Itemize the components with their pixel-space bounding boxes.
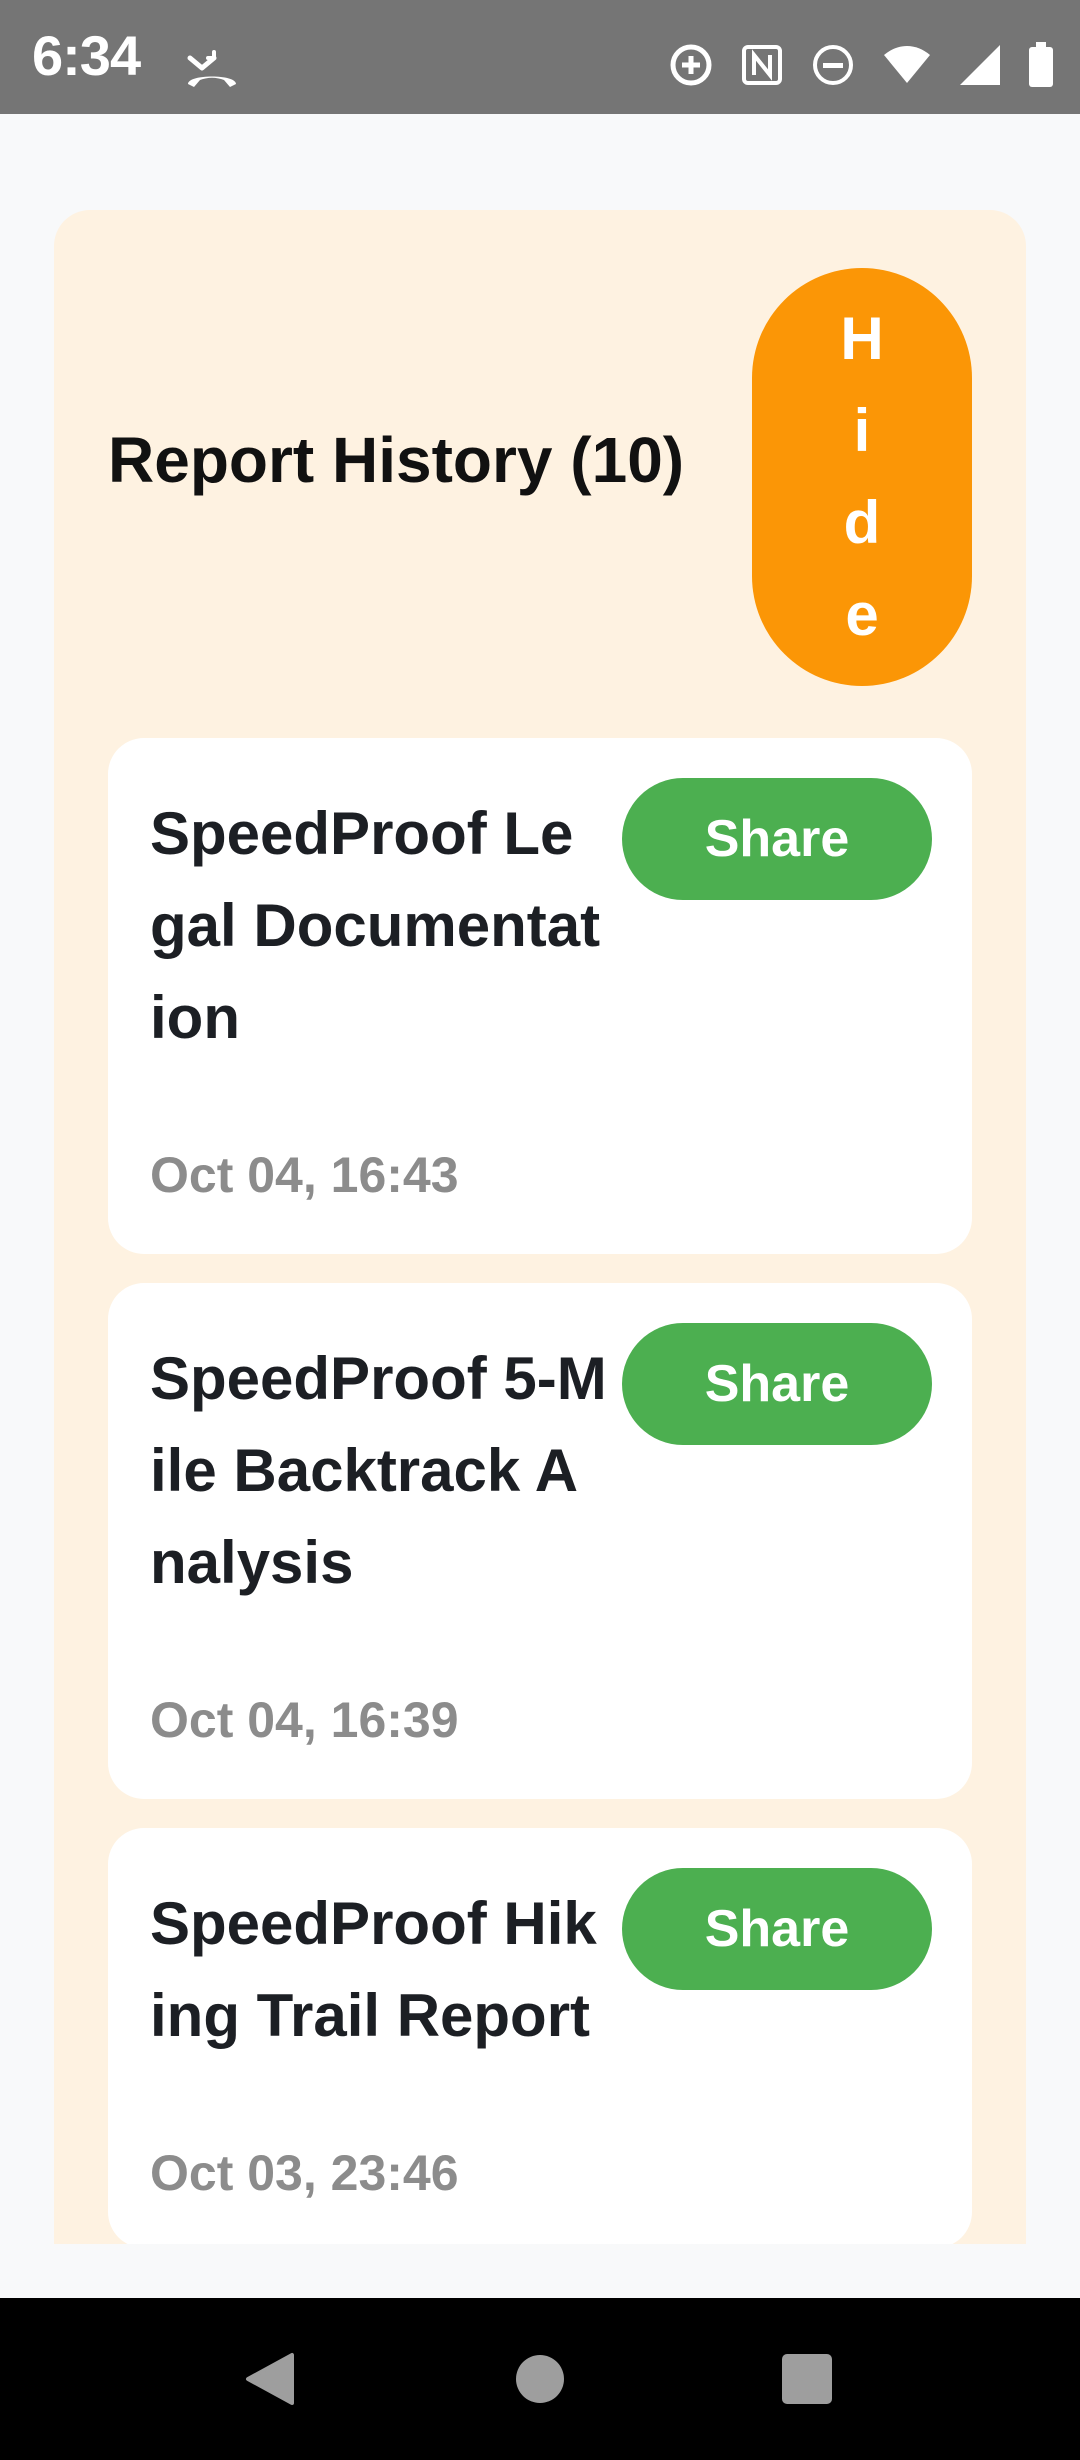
hide-button-letter: d — [843, 489, 881, 556]
cell-signal-icon — [960, 45, 1000, 85]
data-saver-icon — [670, 44, 712, 86]
do-not-disturb-icon — [813, 45, 853, 85]
report-history-panel: Report History (10) H i d e SpeedProof L… — [54, 210, 1026, 2244]
report-date: Oct 04, 16:39 — [150, 1692, 459, 1748]
battery-icon — [1029, 42, 1053, 87]
report-title: SpeedProof Legal Documentation — [150, 800, 601, 1051]
recents-button[interactable] — [737, 2298, 877, 2460]
share-button[interactable]: Share — [622, 1868, 932, 1990]
back-icon — [246, 2353, 294, 2405]
status-icons — [668, 40, 1054, 90]
home-icon — [516, 2355, 564, 2403]
hide-button-letter: i — [853, 397, 871, 464]
recents-icon — [782, 2354, 832, 2404]
report-title: SpeedProof 5-Mile Backtrack Analysis — [150, 1345, 607, 1596]
hide-button-letter: H — [840, 305, 884, 372]
hide-button-letter: e — [845, 581, 879, 648]
main-content: Report History (10) H i d e SpeedProof L… — [0, 114, 1080, 2244]
home-button[interactable] — [470, 2298, 610, 2460]
share-button[interactable]: Share — [622, 1323, 932, 1445]
hide-button[interactable]: H i d e — [752, 268, 972, 686]
nfc-icon — [742, 45, 782, 85]
report-date: Oct 04, 16:43 — [150, 1147, 459, 1203]
report-history-title: Report History (10) — [108, 424, 685, 496]
report-card: SpeedProof Legal Documentation Oct 04, 1… — [108, 738, 972, 1254]
status-bar: 6:34 — [0, 0, 1080, 114]
report-card: SpeedProof 5-Mile Backtrack Analysis Oct… — [108, 1283, 972, 1799]
navigation-bar — [0, 2298, 1080, 2460]
report-title: SpeedProof Hiking Trail Report — [150, 1890, 597, 2049]
share-button[interactable]: Share — [622, 778, 932, 900]
report-date: Oct 03, 23:46 — [150, 2145, 459, 2201]
report-card: SpeedProof Hiking Trail Report Oct 03, 2… — [108, 1828, 972, 2244]
missed-call-icon — [187, 50, 236, 87]
back-button[interactable] — [200, 2298, 340, 2460]
status-time: 6:34 — [32, 24, 141, 87]
wifi-icon — [884, 46, 930, 83]
